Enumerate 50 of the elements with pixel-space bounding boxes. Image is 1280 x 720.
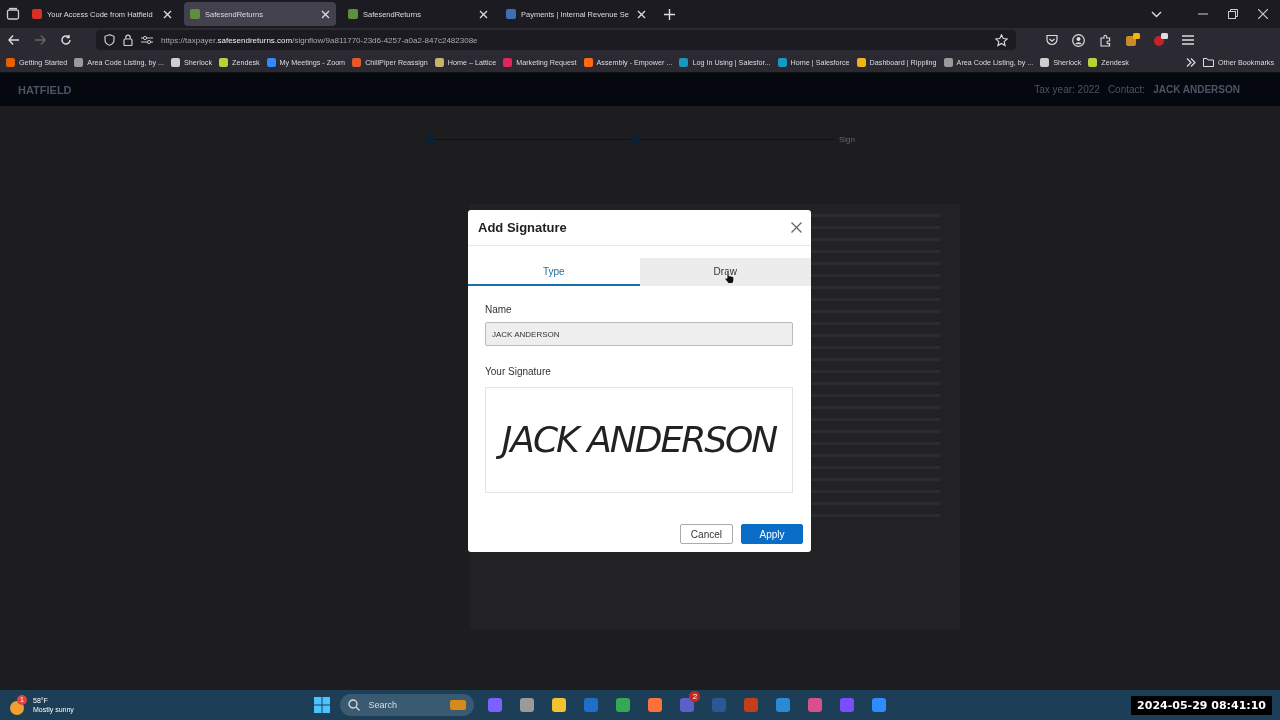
name-field[interactable]: JACK ANDERSON bbox=[485, 322, 793, 346]
start-icon[interactable] bbox=[314, 697, 331, 713]
signature-box[interactable]: JACK ANDERSON bbox=[485, 387, 793, 493]
step-label: Sign bbox=[839, 134, 855, 144]
contact-label: Contact: bbox=[1107, 84, 1146, 95]
url-text: https://taxpayer.safesendreturns.com/signflow/9a811770-23d6-4257-a0a2-847c2482308e bbox=[161, 35, 478, 45]
chevron-right-icon[interactable] bbox=[1186, 57, 1197, 67]
app-icon[interactable] bbox=[552, 698, 567, 712]
extension-icon[interactable] bbox=[1126, 33, 1140, 47]
apply-button[interactable]: Apply bbox=[741, 524, 803, 544]
permissions-icon[interactable] bbox=[141, 35, 153, 45]
menu-icon[interactable] bbox=[1182, 35, 1194, 45]
step-dot bbox=[425, 134, 435, 144]
lock-icon[interactable] bbox=[123, 34, 133, 46]
app-icon[interactable] bbox=[616, 698, 631, 712]
app-icon[interactable] bbox=[648, 698, 663, 712]
pocket-icon[interactable] bbox=[1046, 34, 1058, 46]
recording-timestamp: 2024-05-29 08:41:10 bbox=[1131, 695, 1272, 715]
close-icon[interactable] bbox=[791, 222, 802, 233]
address-bar[interactable]: https://taxpayer.safesendreturns.com/signflow/9a811770-23d6-4257-a0a2-847c2482308e bbox=[96, 30, 1016, 50]
field-label: Name bbox=[485, 304, 513, 315]
dialog-title: Add Signature bbox=[478, 220, 567, 235]
tax-year: Tax year: 2022 bbox=[1034, 84, 1100, 95]
shield-icon[interactable] bbox=[104, 34, 115, 46]
chevron-down-icon[interactable] bbox=[1151, 10, 1162, 18]
cancel-button[interactable]: Cancel bbox=[679, 524, 733, 544]
app-icon[interactable] bbox=[872, 698, 887, 712]
field-label: Your Signature bbox=[485, 366, 552, 377]
puzzle-icon[interactable] bbox=[1099, 33, 1112, 47]
forward-icon[interactable] bbox=[34, 34, 46, 46]
app-icon[interactable] bbox=[520, 698, 535, 712]
restore-icon[interactable] bbox=[1228, 9, 1238, 19]
folder-icon bbox=[1203, 57, 1215, 67]
notification-badge: 2 bbox=[689, 691, 701, 702]
reload-icon[interactable] bbox=[60, 34, 72, 46]
search-icon bbox=[348, 699, 361, 711]
extension-icon[interactable] bbox=[1154, 33, 1168, 47]
tab-list-icon[interactable] bbox=[6, 7, 20, 21]
account-icon[interactable] bbox=[1072, 33, 1085, 47]
app-icon[interactable] bbox=[776, 698, 791, 712]
signature-text: JACK ANDERSON bbox=[497, 416, 781, 464]
contact-name: JACK ANDERSON bbox=[1153, 84, 1240, 95]
logo: HATFIELD bbox=[18, 83, 72, 96]
step-dot bbox=[630, 134, 640, 144]
weather-icon[interactable] bbox=[10, 701, 24, 715]
app-icon[interactable] bbox=[808, 698, 823, 712]
new-tab-icon[interactable] bbox=[664, 8, 675, 20]
back-icon[interactable] bbox=[8, 34, 20, 46]
star-icon[interactable] bbox=[995, 33, 1008, 47]
search-field[interactable]: Search bbox=[340, 694, 475, 716]
